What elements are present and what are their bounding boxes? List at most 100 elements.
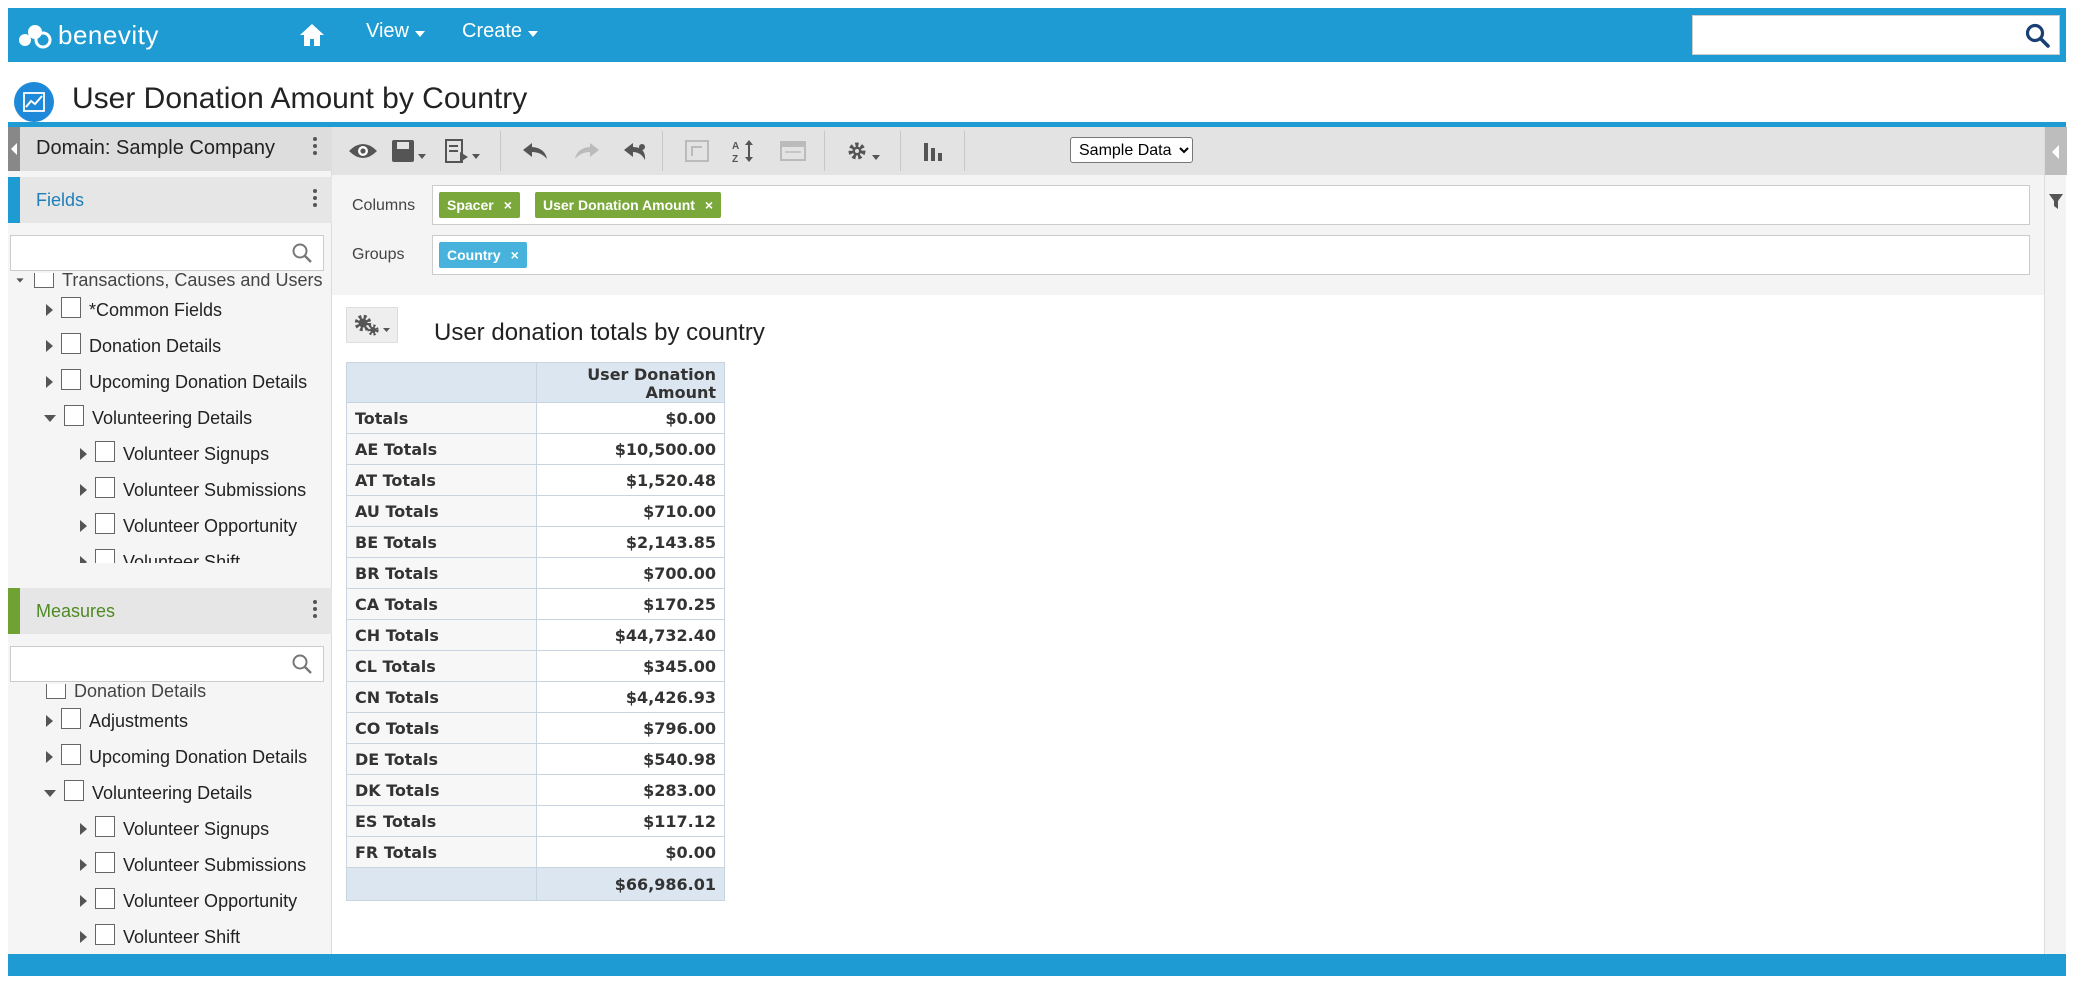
collapse-left-panel-button[interactable] (8, 127, 20, 171)
sort-icon[interactable]: AZ (728, 137, 762, 165)
tree-item[interactable]: Volunteer Submissions (80, 475, 306, 505)
export-icon[interactable] (444, 137, 484, 165)
table-row[interactable]: ES Totals $117.12 (346, 805, 725, 837)
collapse-right-panel-button[interactable] (2045, 127, 2067, 175)
chevron-down-icon (528, 30, 539, 37)
columns-dropzone[interactable]: Spacer × User Donation Amount × (432, 185, 2030, 225)
redo-icon[interactable] (570, 137, 604, 165)
create-menu[interactable]: Create (462, 20, 539, 43)
table-row[interactable]: CO Totals $796.00 (346, 712, 725, 744)
tree-item[interactable]: Volunteer Submissions (80, 850, 306, 880)
tree-item[interactable]: Volunteer Signups (80, 814, 269, 844)
report-settings-button[interactable] (346, 307, 398, 343)
tree-item-label: Upcoming Donation Details (89, 371, 308, 392)
column-chip-spacer[interactable]: Spacer × (439, 192, 520, 218)
tree-item-label: Adjustments (89, 710, 189, 731)
row-value: $10,500.00 (536, 433, 725, 465)
view-menu[interactable]: View (366, 20, 425, 43)
pivot-icon[interactable] (680, 137, 714, 165)
columns-label: Columns (352, 197, 416, 214)
measures-menu-icon[interactable] (312, 598, 318, 622)
remove-chip-icon[interactable]: × (705, 197, 713, 213)
row-value: $345.00 (536, 650, 725, 682)
measures-section-header[interactable]: Measures (8, 588, 332, 634)
table-row[interactable]: Totals $0.00 (346, 402, 725, 434)
tree-item[interactable]: Volunteer Signups (80, 439, 269, 469)
tree-item[interactable]: Upcoming Donation Details (46, 367, 307, 397)
tree-item[interactable]: Volunteering Details (44, 403, 252, 433)
view-menu-label: View (366, 20, 409, 42)
home-icon[interactable] (298, 22, 326, 48)
save-icon[interactable] (390, 137, 430, 165)
chevron-right-icon (80, 448, 87, 460)
table-row[interactable]: DE Totals $540.98 (346, 743, 725, 775)
table-row[interactable]: AT Totals $1,520.48 (346, 464, 725, 496)
row-value: $4,426.93 (536, 681, 725, 713)
global-search-input[interactable] (1693, 16, 2023, 54)
groups-label: Groups (352, 246, 405, 263)
remove-chip-icon[interactable]: × (504, 197, 512, 213)
tree-item[interactable]: Volunteer Shift (80, 547, 240, 563)
fields-accent (8, 177, 20, 223)
fields-menu-icon[interactable] (312, 187, 318, 211)
remove-chip-icon[interactable]: × (511, 247, 519, 263)
tree-item-label: Transactions, Causes and Users (62, 273, 323, 290)
table-row[interactable]: BE Totals $2,143.85 (346, 526, 725, 558)
layout-icon[interactable] (776, 137, 810, 165)
tree-item[interactable]: Transactions, Causes and Users (14, 273, 322, 295)
table-row[interactable]: BR Totals $700.00 (346, 557, 725, 589)
folder-icon (95, 477, 115, 498)
table-row[interactable]: CH Totals $44,732.40 (346, 619, 725, 651)
measures-accent (8, 588, 20, 634)
group-chip-country[interactable]: Country × (439, 242, 527, 268)
grand-total-row: $66,986.01 (346, 867, 725, 901)
chevron-right-icon (80, 520, 87, 532)
table-row[interactable]: CA Totals $170.25 (346, 588, 725, 620)
tree-item[interactable]: Volunteer Opportunity (80, 886, 297, 916)
search-icon[interactable] (291, 242, 313, 264)
domain-menu-icon[interactable] (312, 135, 318, 159)
filter-icon[interactable] (2048, 193, 2064, 211)
domain-label: Domain: Sample Company (36, 137, 275, 159)
toolbar-divider (662, 131, 663, 171)
toolbar-divider (824, 131, 825, 171)
row-label: FR Totals (346, 836, 537, 868)
bar-chart-icon[interactable] (916, 137, 950, 165)
folder-icon (61, 744, 81, 765)
table-row[interactable]: AE Totals $10,500.00 (346, 433, 725, 465)
tree-item[interactable]: Adjustments (46, 706, 188, 736)
tree-item[interactable]: Donation Details (46, 331, 221, 361)
row-label: CA Totals (346, 588, 537, 620)
reset-icon[interactable] (618, 137, 652, 165)
measures-filter-input[interactable] (11, 647, 279, 681)
fields-section-header[interactable]: Fields (8, 177, 332, 223)
table-row[interactable]: FR Totals $0.00 (346, 836, 725, 868)
tree-item[interactable]: Volunteer Opportunity (80, 511, 297, 541)
fields-filter (10, 235, 324, 271)
domain-bar: Domain: Sample Company (20, 127, 332, 171)
table-row[interactable]: CN Totals $4,426.93 (346, 681, 725, 713)
fields-filter-input[interactable] (11, 236, 279, 270)
tree-item[interactable]: Upcoming Donation Details (46, 742, 307, 772)
groups-dropzone[interactable]: Country × (432, 235, 2030, 275)
table-row[interactable]: CL Totals $345.00 (346, 650, 725, 682)
data-source-select[interactable]: Sample Data (1070, 137, 1193, 163)
search-icon[interactable] (291, 653, 313, 675)
chevron-right-icon (80, 823, 87, 835)
tree-item[interactable]: Donation Details (46, 684, 206, 706)
tree-item[interactable]: *Common Fields (46, 295, 222, 325)
settings-gear-icon[interactable] (844, 137, 886, 165)
benevity-logo[interactable]: benevity (18, 16, 159, 54)
svg-text:Z: Z (732, 154, 738, 164)
column-chip-user-donation-amount[interactable]: User Donation Amount × (535, 192, 722, 218)
tree-item[interactable]: Volunteering Details (44, 778, 252, 808)
eye-icon[interactable] (346, 137, 380, 165)
search-icon[interactable] (2025, 23, 2051, 49)
column-header-user-donation-amount[interactable]: User Donation Amount (536, 362, 725, 403)
table-row[interactable]: AU Totals $710.00 (346, 495, 725, 527)
tree-item[interactable]: Volunteer Shift (80, 922, 240, 952)
title-bar: User Donation Amount by Country (8, 62, 2066, 127)
undo-icon[interactable] (518, 137, 552, 165)
chevron-right-icon (46, 715, 53, 727)
table-row[interactable]: DK Totals $283.00 (346, 774, 725, 806)
